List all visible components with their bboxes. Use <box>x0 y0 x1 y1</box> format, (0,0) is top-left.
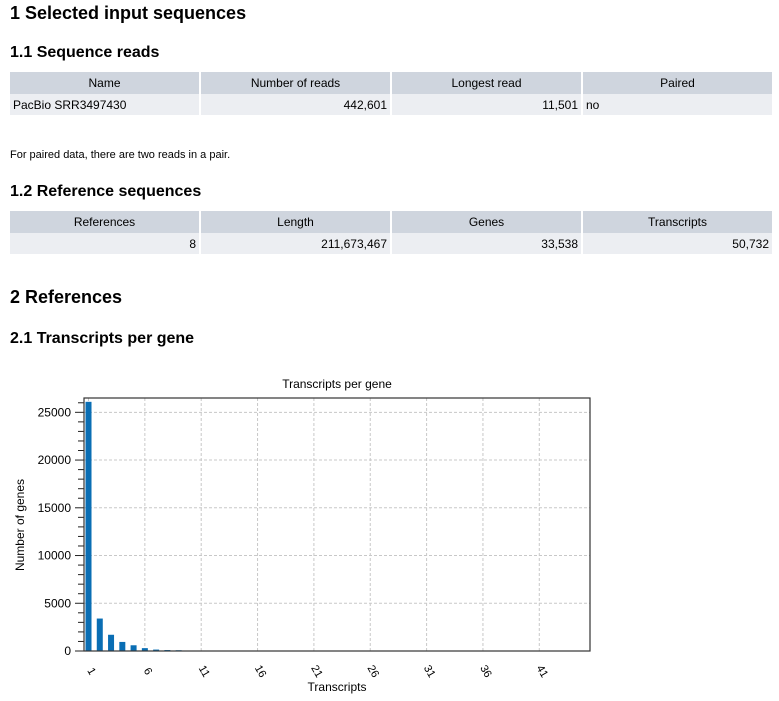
column-header-references: References <box>10 211 199 233</box>
column-header-paired: Paired <box>583 72 772 94</box>
x-tick-label: 31 <box>421 663 438 680</box>
section-title-sequence-reads: 1.1 Sequence reads <box>10 44 160 61</box>
reference-sequences-table: References Length Genes Transcripts 8 21… <box>8 211 774 254</box>
column-header-name: Name <box>10 72 199 94</box>
section-title-reference-sequences: 1.2 Reference sequences <box>10 183 202 200</box>
transcripts-per-gene-chart: Transcripts per gene 0 5000 10000 15000 2000… <box>13 377 591 694</box>
cell-number-of-reads: 442,601 <box>201 94 390 115</box>
section-title-references: 2 References <box>10 287 123 307</box>
cell-longest-read: 11,501 <box>392 94 581 115</box>
cell-transcripts: 50,732 <box>583 233 772 254</box>
cell-paired: no <box>583 94 772 115</box>
bar <box>108 634 115 651</box>
y-tick-label: 0 <box>64 644 71 658</box>
y-tick-label: 20000 <box>38 453 72 467</box>
chart-bars <box>85 401 182 651</box>
chart-grid <box>84 398 590 651</box>
y-axis-label: Number of genes <box>13 479 27 571</box>
table-row: 8 211,673,467 33,538 50,732 <box>10 233 772 254</box>
column-header-transcripts: Transcripts <box>583 211 772 233</box>
table-header-row: References Length Genes Transcripts <box>10 211 772 233</box>
y-tick-label: 15000 <box>38 501 72 515</box>
x-tick-label: 6 <box>141 666 154 677</box>
cell-references: 8 <box>10 233 199 254</box>
x-tick-label: 21 <box>308 663 325 680</box>
section-title-selected-input-sequences: 1 Selected input sequences <box>10 3 247 23</box>
x-tick-label: 26 <box>365 663 382 680</box>
bar <box>130 645 137 651</box>
plot-frame <box>83 397 591 652</box>
y-tick-label: 10000 <box>38 549 72 563</box>
column-header-number-of-reads: Number of reads <box>201 72 390 94</box>
y-tick-label: 25000 <box>38 405 72 419</box>
sequence-reads-table: Name Number of reads Longest read Paired… <box>8 72 774 115</box>
bar <box>119 641 126 651</box>
x-tick-label: 11 <box>196 664 212 680</box>
column-header-genes: Genes <box>392 211 581 233</box>
cell-length: 211,673,467 <box>201 233 390 254</box>
bar <box>96 618 103 651</box>
column-header-longest-read: Longest read <box>392 72 581 94</box>
column-header-length: Length <box>201 211 390 233</box>
x-tick-label: 36 <box>477 663 494 680</box>
table-header-row: Name Number of reads Longest read Paired <box>10 72 772 94</box>
x-axis: 1 6 11 16 21 26 31 36 41 <box>84 663 550 680</box>
y-axis: 0 5000 10000 15000 20000 25000 <box>38 402 84 658</box>
x-tick-label: 16 <box>252 663 269 680</box>
table-row: PacBio SRR3497430 442,601 11,501 no <box>10 94 772 115</box>
bar <box>85 401 92 651</box>
y-tick-label: 5000 <box>44 596 71 610</box>
paired-data-note: For paired data, there are two reads in … <box>10 149 231 161</box>
chart-title: Transcripts per gene <box>282 377 392 391</box>
x-axis-label: Transcripts <box>308 680 367 694</box>
x-tick-label: 1 <box>84 666 97 677</box>
cell-name: PacBio SRR3497430 <box>10 94 199 115</box>
section-title-transcripts-per-gene: 2.1 Transcripts per gene <box>10 330 195 347</box>
x-tick-label: 41 <box>534 663 551 680</box>
cell-genes: 33,538 <box>392 233 581 254</box>
